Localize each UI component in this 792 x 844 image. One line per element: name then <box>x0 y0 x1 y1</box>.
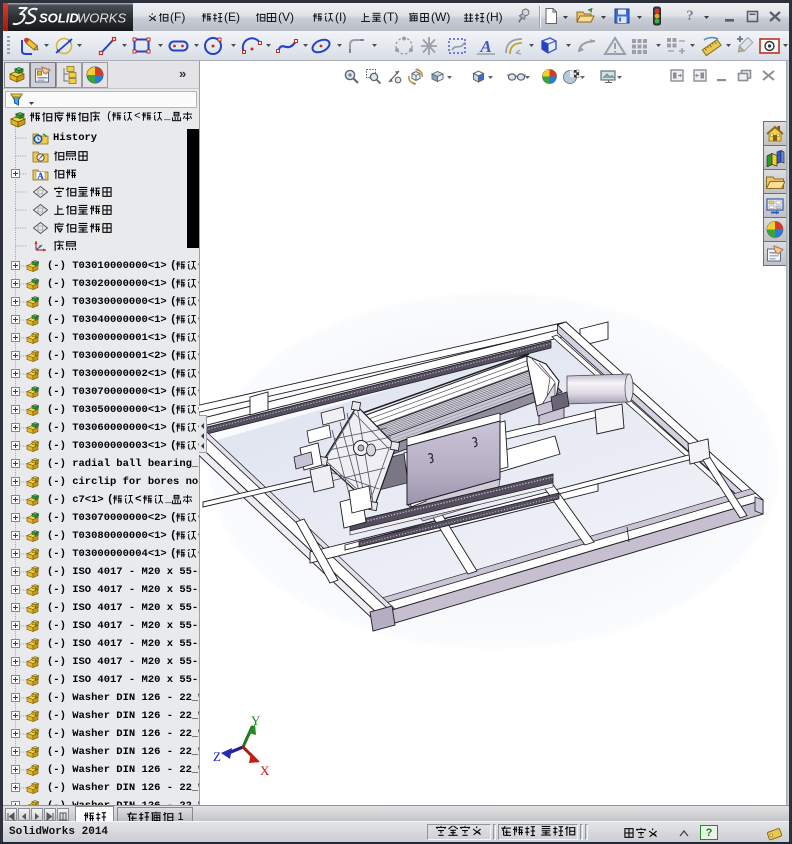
svg-text:Z: Z <box>213 749 221 764</box>
svg-text:A: A <box>37 171 44 181</box>
svg-text:SOLID: SOLID <box>39 11 79 26</box>
svg-text:A: A <box>479 37 491 56</box>
svg-text:?: ? <box>686 8 694 23</box>
svg-text:X: X <box>260 763 270 778</box>
svg-text:Y: Y <box>251 713 261 728</box>
svg-text:WORKS: WORKS <box>77 11 126 26</box>
